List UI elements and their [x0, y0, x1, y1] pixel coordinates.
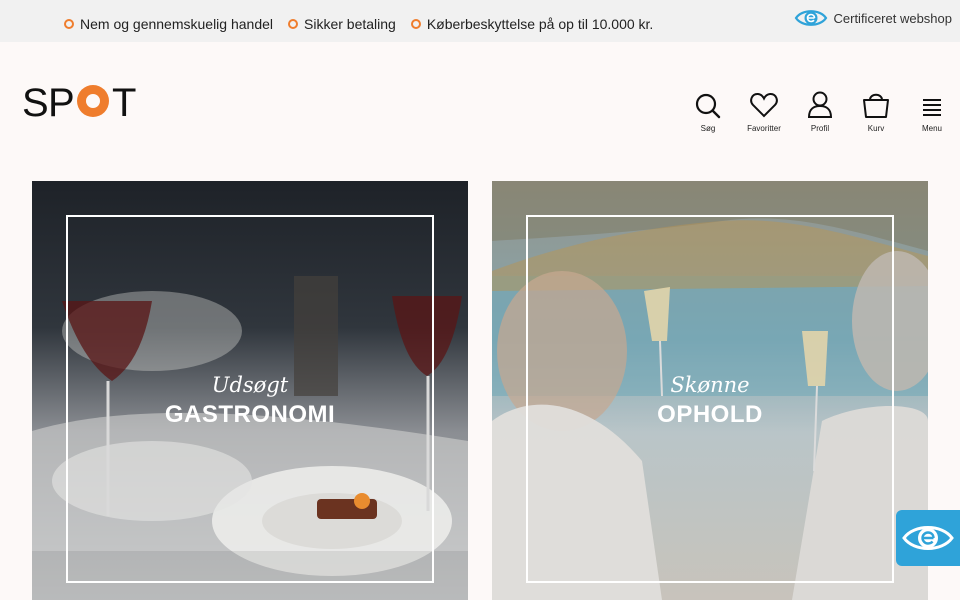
nav-menu-label: Menu — [921, 124, 942, 133]
category-card-gastronomy[interactable]: Udsøgt GASTRONOMI — [32, 181, 468, 600]
e-mark-icon — [794, 10, 827, 26]
certified-webshop-link[interactable]: Certificeret webshop — [794, 8, 953, 28]
nav-profile[interactable]: Profil — [792, 90, 848, 133]
usp-item: Sikker betaling — [288, 16, 396, 32]
certificate-label: Certificeret webshop — [833, 10, 953, 26]
spot-logo[interactable]: S P T — [22, 80, 140, 120]
svg-text:T: T — [112, 81, 136, 120]
card-frame — [66, 215, 434, 583]
usp-item: Køberbeskyttelse på op til 10.000 kr. — [410, 16, 654, 32]
card-script-text: Skønne — [670, 373, 750, 397]
header-nav: Søg Favoritter Profil Kurv Menu — [680, 90, 960, 133]
card-frame — [526, 215, 894, 583]
nav-favorites-label: Favoritter — [747, 124, 781, 133]
nav-menu[interactable]: Menu — [904, 90, 960, 133]
svg-text:P: P — [48, 81, 75, 120]
card-script-text: Udsøgt — [211, 373, 289, 397]
logo-mark: S P T — [22, 81, 136, 120]
nav-profile-label: Profil — [810, 124, 830, 133]
search-icon — [695, 93, 721, 119]
trust-badge[interactable] — [896, 510, 960, 566]
nav-cart-label: Kurv — [867, 124, 885, 133]
nav-favorites[interactable]: Favoritter — [736, 90, 792, 133]
nav-search-label: Søg — [700, 124, 716, 133]
usp-label: Sikker betaling — [304, 16, 396, 32]
bullet-icon — [288, 19, 299, 29]
usp-label: Nem og gennemskuelig handel — [80, 16, 274, 32]
nav-search[interactable]: Søg — [680, 90, 736, 133]
top-info-bar: Nem og gennemskuelig handel Sikker betal… — [0, 0, 960, 42]
card-title: OPHOLD — [657, 401, 763, 428]
category-card-stay[interactable]: Skønne OPHOLD — [492, 181, 928, 600]
user-icon — [807, 91, 833, 118]
hamburger-icon — [923, 99, 941, 116]
card-title: GASTRONOMI — [164, 401, 336, 428]
usp-label: Køberbeskyttelse på op til 10.000 kr. — [426, 16, 654, 32]
nav-cart[interactable]: Kurv — [848, 90, 904, 133]
usp-list: Nem og gennemskuelig handel Sikker betal… — [64, 16, 668, 32]
usp-item: Nem og gennemskuelig handel — [64, 16, 273, 32]
basket-icon — [863, 93, 889, 118]
svg-text:S: S — [22, 81, 50, 120]
e-mark-icon — [902, 526, 954, 550]
heart-icon — [750, 93, 778, 118]
bullet-icon — [410, 19, 421, 29]
bullet-icon — [64, 19, 74, 29]
